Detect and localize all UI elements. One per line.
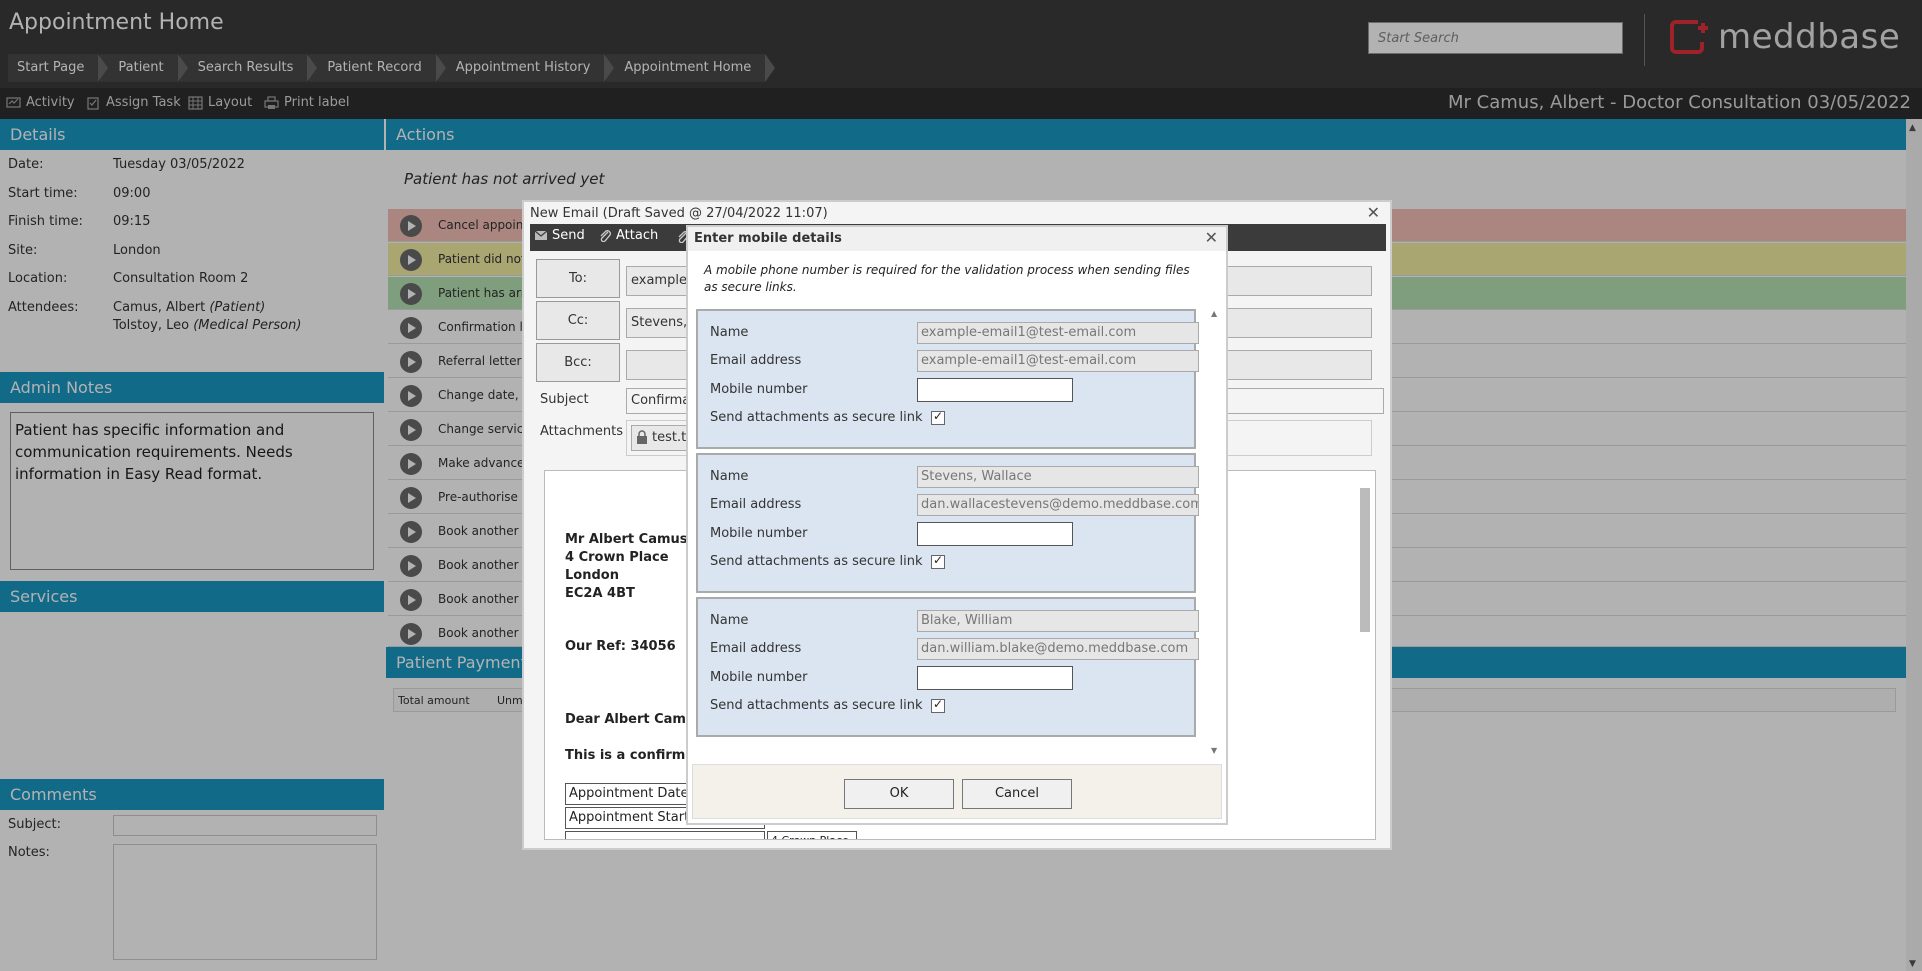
mobile-number-input[interactable] <box>917 666 1073 690</box>
mobile-number-label: Mobile number <box>710 526 808 541</box>
send-button[interactable]: Send <box>534 228 585 243</box>
recipient-list-scrollbar[interactable]: ▲ ▼ <box>1208 309 1222 755</box>
bcc-button[interactable]: Bcc: <box>536 343 620 382</box>
mobile-number-input[interactable] <box>917 522 1073 546</box>
mobile-dialog-title: Enter mobile details <box>694 231 842 246</box>
enter-mobile-details-dialog: Enter mobile details ✕ A mobile phone nu… <box>686 225 1228 825</box>
letter-addr2: London <box>565 568 619 583</box>
recipient-email-field: dan.william.blake@demo.meddbase.com <box>917 638 1199 660</box>
scroll-thumb[interactable] <box>1360 488 1370 632</box>
email-address-label: Email address <box>710 641 802 656</box>
cc-button[interactable]: Cc: <box>536 301 620 340</box>
paperclip-icon <box>600 230 611 242</box>
letter-addr1: 4 Crown Place <box>565 550 669 565</box>
attach-button[interactable]: Attach <box>598 228 658 243</box>
lock-icon <box>637 430 647 444</box>
mobile-dialog-footer: OK Cancel <box>692 764 1222 819</box>
recipient-card: Name example-email1@test-email.com Email… <box>696 309 1199 449</box>
secure-link-checkbox[interactable] <box>931 409 945 425</box>
recipient-email-field: dan.wallacestevens@demo.meddbase.com <box>917 494 1199 516</box>
name-label: Name <box>710 613 749 628</box>
mobile-dialog-close-icon[interactable]: ✕ <box>1205 228 1218 247</box>
recipient-name-field: Stevens, Wallace <box>917 466 1199 488</box>
mobile-number-label: Mobile number <box>710 670 808 685</box>
secure-link-checkbox[interactable] <box>931 697 945 713</box>
scroll-up-icon[interactable]: ▲ <box>1211 309 1217 318</box>
mobile-number-input[interactable] <box>917 378 1073 402</box>
name-label: Name <box>710 469 749 484</box>
attachments-label: Attachments <box>540 424 623 439</box>
recipient-email-field: example-email1@test-email.com <box>917 350 1199 372</box>
letter-name: Mr Albert Camus <box>565 532 688 547</box>
secure-link-checkbox[interactable] <box>931 553 945 569</box>
recipient-name-field: example-email1@test-email.com <box>917 322 1199 344</box>
scroll-down-icon[interactable]: ▼ <box>1211 746 1217 755</box>
table-cell-location: 4 Crown Place <box>767 831 857 839</box>
recipient-card: Name Blake, William Email address dan.wi… <box>696 597 1199 737</box>
ok-button[interactable]: OK <box>844 779 954 809</box>
letter-addr3: EC2A 4BT <box>565 586 635 601</box>
subject-label: Subject <box>540 392 589 407</box>
secure-link-label: Send attachments as secure link <box>710 698 923 713</box>
secure-link-label: Send attachments as secure link <box>710 410 923 425</box>
recipient-card: Name Stevens, Wallace Email address dan.… <box>696 453 1199 593</box>
email-body-scrollbar[interactable] <box>1358 470 1372 840</box>
envelope-icon <box>534 230 548 240</box>
letter-address: Mr Albert Camus 4 Crown Place London EC2… <box>565 531 688 603</box>
email-address-label: Email address <box>710 353 802 368</box>
email-dialog-title: New Email (Draft Saved @ 27/04/2022 11:0… <box>530 206 828 221</box>
cancel-button[interactable]: Cancel <box>962 779 1072 809</box>
recipient-name-field: Blake, William <box>917 610 1199 632</box>
email-close-icon[interactable]: ✕ <box>1367 203 1380 222</box>
secure-link-label: Send attachments as secure link <box>710 554 923 569</box>
mobile-dialog-header: Enter mobile details ✕ <box>688 227 1226 251</box>
mobile-dialog-info: A mobile phone number is required for th… <box>704 263 1190 294</box>
attach-label: Attach <box>616 228 659 243</box>
to-button[interactable]: To: <box>536 259 620 298</box>
mobile-number-label: Mobile number <box>710 382 808 397</box>
letter-salutation: Dear Albert Camus <box>565 712 703 727</box>
table-cell-empty <box>565 831 765 839</box>
send-label: Send <box>552 228 585 243</box>
letter-ref: Our Ref: 34056 <box>565 639 676 654</box>
email-address-label: Email address <box>710 497 802 512</box>
name-label: Name <box>710 325 749 340</box>
recipient-list: Name example-email1@test-email.com Email… <box>696 309 1208 755</box>
